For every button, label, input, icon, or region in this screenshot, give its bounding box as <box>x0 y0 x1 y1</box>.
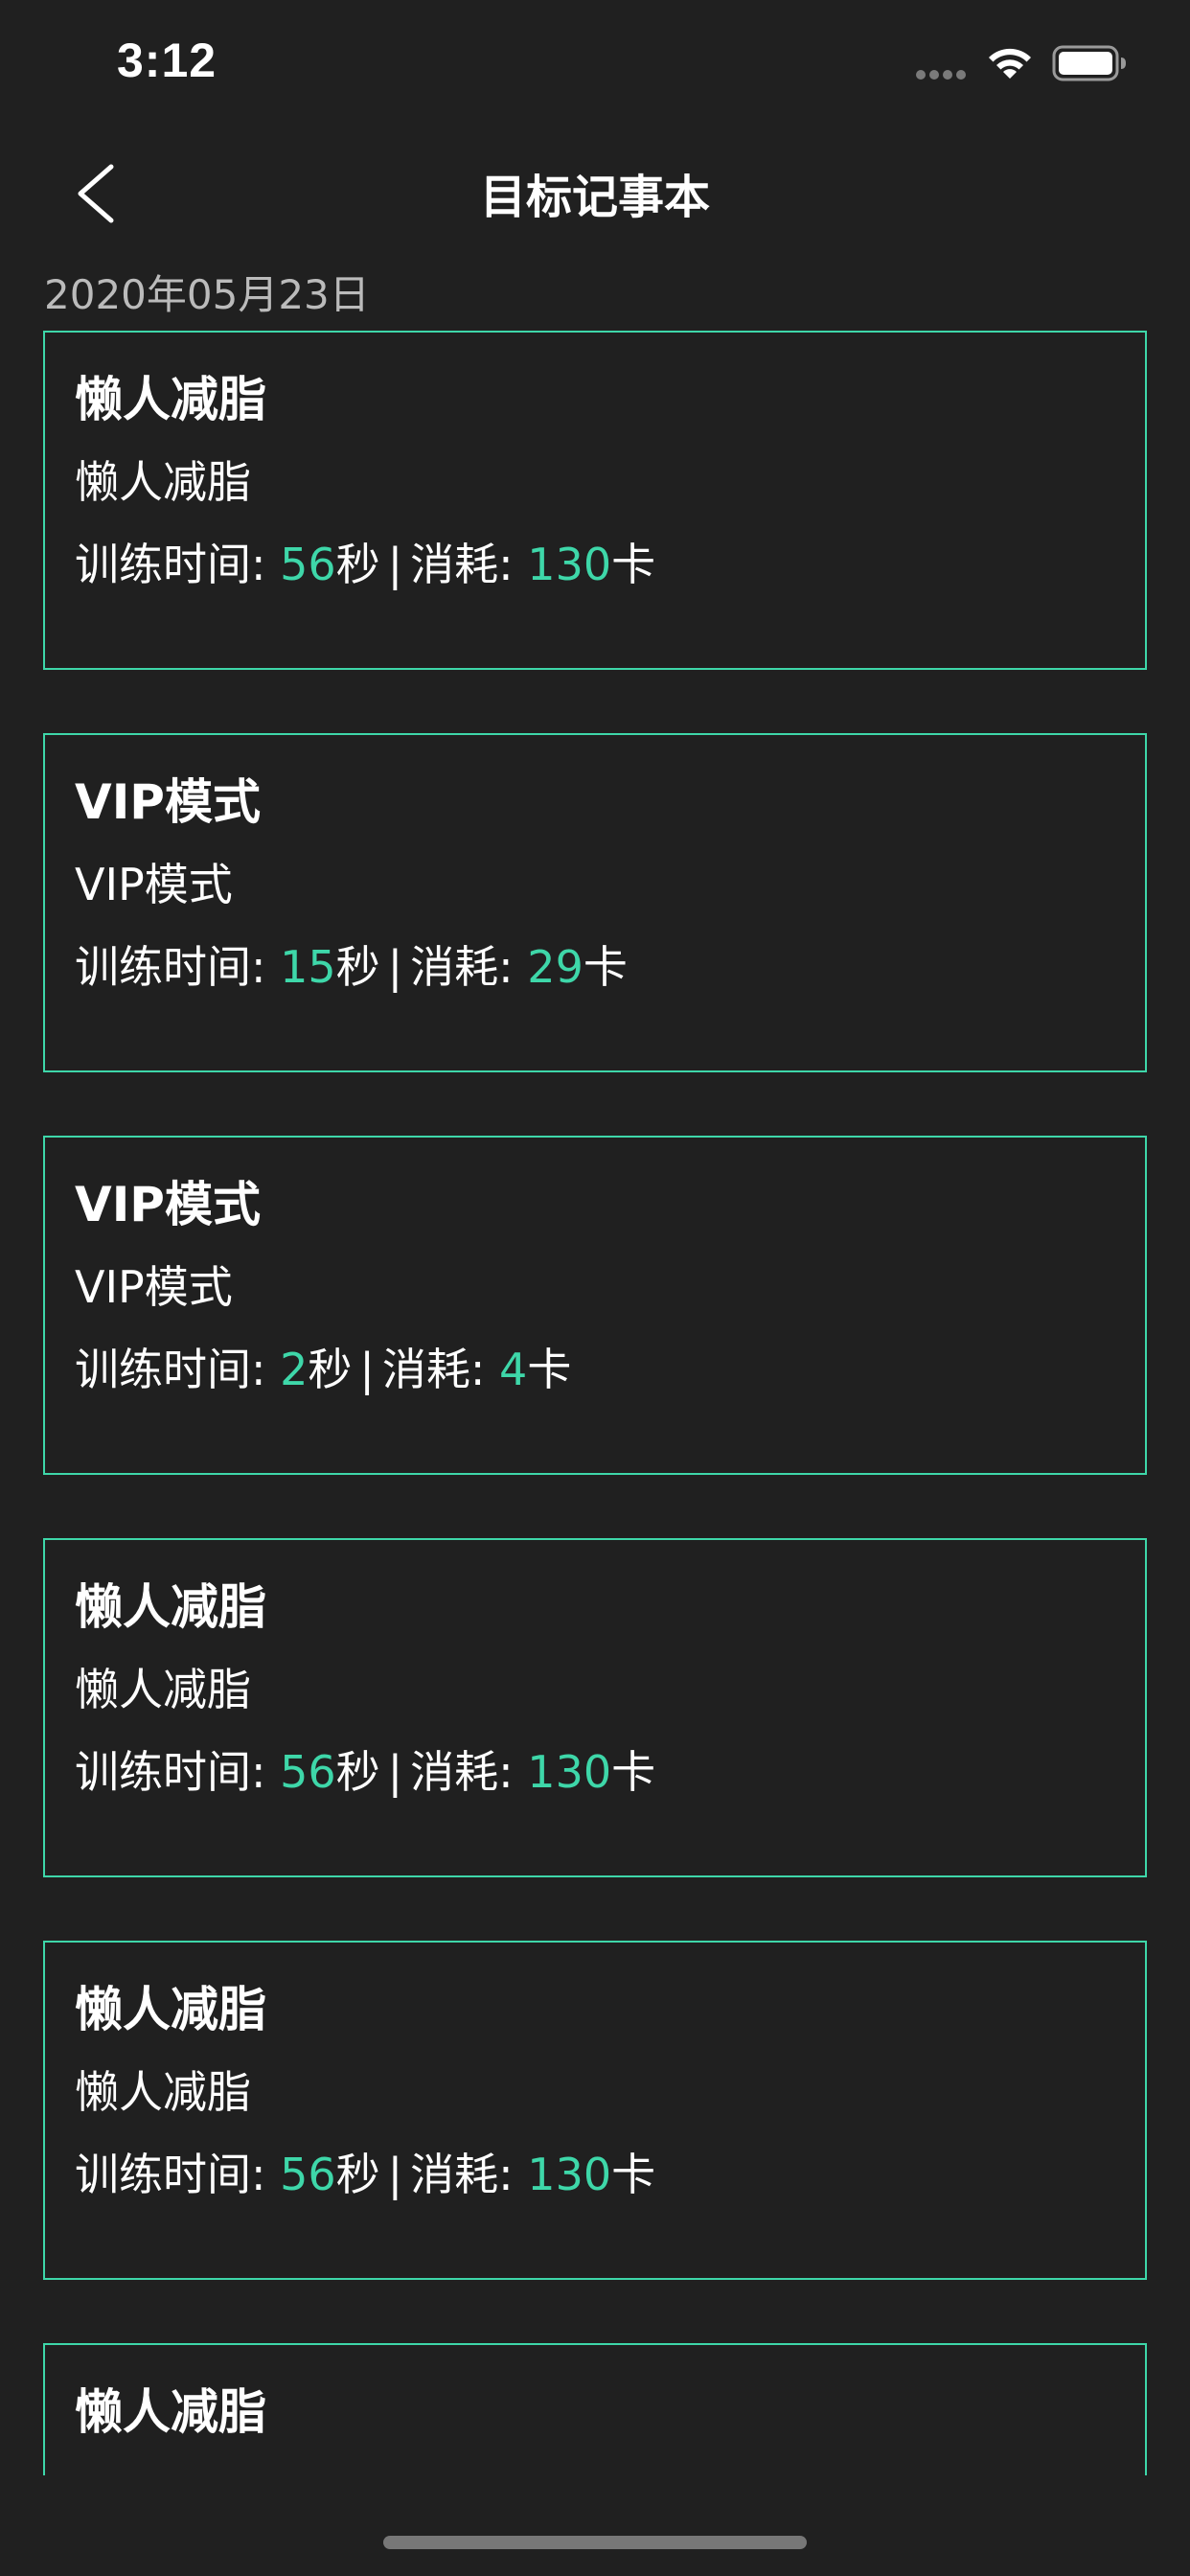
training-time-label: 训练时间: <box>75 1344 281 1395</box>
calories-value: 29 <box>527 941 584 993</box>
stats-separator: | <box>387 941 403 993</box>
calories-value: 4 <box>499 1344 528 1395</box>
calorie-unit: 卡 <box>527 1344 572 1395</box>
record-card[interactable]: VIP模式 VIP模式 训练时间: 15秒 | 消耗: 29卡 <box>43 733 1147 1072</box>
seconds-unit: 秒 <box>335 941 380 993</box>
record-stats: 训练时间: 56秒 | 消耗: 130卡 <box>75 1745 1145 1799</box>
training-time-label: 训练时间: <box>75 539 281 590</box>
record-subtitle: 懒人减脂 <box>75 456 251 508</box>
consumption-label: 消耗: <box>410 2149 528 2200</box>
record-title: VIP模式 <box>75 774 261 830</box>
record-card[interactable]: 懒人减脂 <box>43 2343 1147 2475</box>
calorie-unit: 卡 <box>583 941 628 993</box>
record-stats: 训练时间: 56秒 | 消耗: 130卡 <box>75 2148 1145 2201</box>
navigation-bar: 目标记事本 <box>0 126 1190 251</box>
record-stats: 训练时间: 15秒 | 消耗: 29卡 <box>75 940 1145 994</box>
training-time-label: 训练时间: <box>75 941 281 993</box>
record-title: 懒人减脂 <box>75 1579 266 1635</box>
record-card[interactable]: 懒人减脂 懒人减脂 训练时间: 56秒 | 消耗: 130卡 <box>43 1538 1147 1877</box>
calories-value: 130 <box>527 539 612 590</box>
seconds-unit: 秒 <box>335 539 380 590</box>
record-subtitle: VIP模式 <box>75 1261 233 1313</box>
consumption-label: 消耗: <box>410 1746 528 1798</box>
calories-value: 130 <box>527 1746 612 1798</box>
stats-separator: | <box>387 539 403 590</box>
stats-separator: | <box>387 1746 403 1798</box>
record-subtitle: 懒人减脂 <box>75 2066 251 2118</box>
stats-separator: | <box>359 1344 375 1395</box>
duration-value: 15 <box>280 941 336 993</box>
record-subtitle: 懒人减脂 <box>75 1664 251 1715</box>
wifi-icon <box>989 48 1031 79</box>
training-time-label: 训练时间: <box>75 2149 281 2200</box>
consumption-label: 消耗: <box>410 941 528 993</box>
training-time-label: 训练时间: <box>75 1746 281 1798</box>
duration-value: 56 <box>280 539 336 590</box>
seconds-unit: 秒 <box>335 2149 380 2200</box>
seconds-unit: 秒 <box>308 1344 353 1395</box>
duration-value: 56 <box>280 2149 336 2200</box>
record-title: VIP模式 <box>75 1177 261 1232</box>
record-title: 懒人减脂 <box>75 372 266 427</box>
duration-value: 2 <box>280 1344 309 1395</box>
stats-separator: | <box>387 2149 403 2200</box>
seconds-unit: 秒 <box>335 1746 380 1798</box>
record-stats: 训练时间: 2秒 | 消耗: 4卡 <box>75 1343 1145 1396</box>
page-title: 目标记事本 <box>479 171 710 224</box>
record-card[interactable]: 懒人减脂 懒人减脂 训练时间: 56秒 | 消耗: 130卡 <box>43 331 1147 670</box>
consumption-label: 消耗: <box>381 1344 500 1395</box>
record-title: 懒人减脂 <box>75 2384 266 2440</box>
cellular-signal-icon <box>916 70 966 80</box>
record-stats: 训练时间: 56秒 | 消耗: 130卡 <box>75 538 1145 591</box>
home-indicator <box>383 2536 807 2549</box>
record-card[interactable]: VIP模式 VIP模式 训练时间: 2秒 | 消耗: 4卡 <box>43 1136 1147 1475</box>
duration-value: 56 <box>280 1746 336 1798</box>
status-time: 3:12 <box>117 34 217 87</box>
date-header: 2020年05月23日 <box>44 271 370 318</box>
record-subtitle: VIP模式 <box>75 859 233 910</box>
calorie-unit: 卡 <box>611 2149 656 2200</box>
status-bar: 3:12 <box>0 0 1190 126</box>
calorie-unit: 卡 <box>611 539 656 590</box>
battery-icon <box>1052 45 1126 81</box>
consumption-label: 消耗: <box>410 539 528 590</box>
record-card[interactable]: 懒人减脂 懒人减脂 训练时间: 56秒 | 消耗: 130卡 <box>43 1941 1147 2280</box>
record-title: 懒人减脂 <box>75 1982 266 2037</box>
record-list[interactable]: 懒人减脂 懒人减脂 训练时间: 56秒 | 消耗: 130卡 VIP模式 VIP模式… <box>43 331 1147 2475</box>
calorie-unit: 卡 <box>611 1746 656 1798</box>
calories-value: 130 <box>527 2149 612 2200</box>
